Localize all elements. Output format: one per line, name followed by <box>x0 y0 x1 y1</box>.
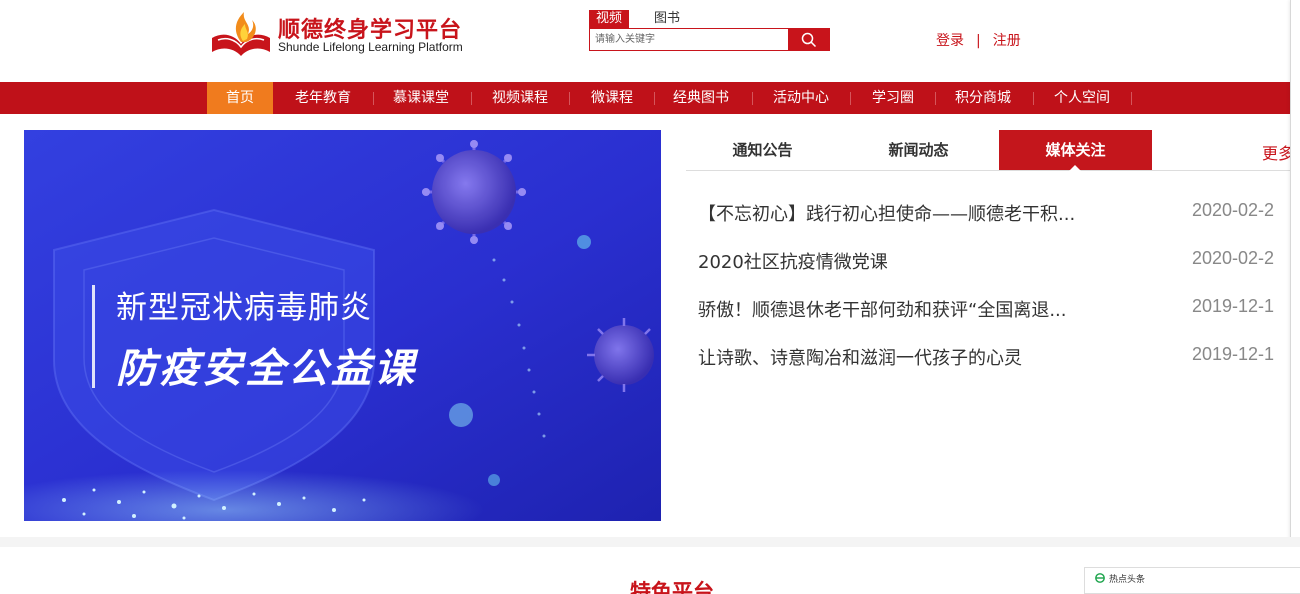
news-date: 2019-12-1 <box>1192 344 1275 364</box>
list-item[interactable]: 2020社区抗疫情微党课 2020-02-2 <box>698 248 1290 296</box>
nav-separator <box>850 92 851 105</box>
register-link[interactable]: 注册 <box>993 33 1021 49</box>
nav-item-points-mall[interactable]: 积分商城 <box>940 82 1026 114</box>
nav-separator <box>569 92 570 105</box>
tab-media[interactable]: 媒体关注 <box>999 130 1152 171</box>
nav-separator <box>373 92 374 105</box>
search-box <box>589 28 830 51</box>
section-title: 特色平台 <box>630 580 714 594</box>
nav-item-activity-center[interactable]: 活动中心 <box>758 82 844 114</box>
nav-separator <box>752 92 753 105</box>
side-panel-edge <box>1290 0 1300 540</box>
news-title[interactable]: 让诗歌、诗意陶冶和滋润一代孩子的心灵 <box>698 344 1022 370</box>
news-tabs: 通知公告 新闻动态 媒体关注 <box>686 130 1290 171</box>
nav-item-micro-courses[interactable]: 微课程 <box>575 82 649 114</box>
auth-links: 登录 | 注册 <box>936 30 1021 50</box>
nav-separator <box>1033 92 1034 105</box>
nav-item-home[interactable]: 首页 <box>207 82 273 114</box>
active-tab-caret <box>1069 165 1081 171</box>
list-item[interactable]: 骄傲！顺德退休老干部何劲和获评“全国离退... 2019-12-1 <box>698 296 1290 344</box>
nav-item-video-courses[interactable]: 视频课程 <box>477 82 563 114</box>
news-title[interactable]: 2020社区抗疫情微党课 <box>698 248 888 274</box>
nav-separator <box>1131 92 1132 105</box>
search-input[interactable] <box>590 29 788 50</box>
search-tab-books[interactable]: 图书 <box>647 10 687 28</box>
logo-book-flame-icon <box>212 12 270 56</box>
header: 顺德终身学习平台 Shunde Lifelong Learning Platfo… <box>0 0 1300 82</box>
nav-item-study-circle[interactable]: 学习圈 <box>856 82 930 114</box>
tab-news[interactable]: 新闻动态 <box>842 130 995 170</box>
nav-item-mooc[interactable]: 慕课课堂 <box>378 82 464 114</box>
page: 顺德终身学习平台 Shunde Lifelong Learning Platfo… <box>0 0 1300 594</box>
news-date: 2020-02-2 <box>1192 248 1275 268</box>
news-list: 【不忘初心】践行初心担使命——顺德老干积... 2020-02-2 2020社区… <box>698 200 1290 392</box>
banner-slide[interactable]: 新型冠状病毒肺炎 防疫安全公益课 <box>24 130 661 521</box>
logo[interactable]: 顺德终身学习平台 Shunde Lifelong Learning Platfo… <box>208 8 508 58</box>
banner-accent-bar <box>92 285 95 388</box>
news-date: 2020-02-2 <box>1192 200 1275 220</box>
nav-separator <box>935 92 936 105</box>
browser-e-icon <box>1095 573 1105 583</box>
tab-media-label: 媒体关注 <box>1045 141 1106 159</box>
auth-separator: | <box>976 33 981 49</box>
banner-subheadline: 防疫安全公益课 <box>116 345 417 392</box>
news-title[interactable]: 骄傲！顺德退休老干部何劲和获评“全国离退... <box>698 296 1067 322</box>
list-item[interactable]: 让诗歌、诗意陶冶和滋润一代孩子的心灵 2019-12-1 <box>698 344 1290 392</box>
login-link[interactable]: 登录 <box>936 33 964 49</box>
list-item[interactable]: 【不忘初心】践行初心担使命——顺德老干积... 2020-02-2 <box>698 200 1290 248</box>
section-divider <box>0 537 1300 547</box>
tab-notices[interactable]: 通知公告 <box>686 130 839 170</box>
nav-item-senior-education[interactable]: 老年教育 <box>280 82 366 114</box>
main-nav: 首页 老年教育 慕课课堂 视频课程 微课程 经典图书 活动中心 学习圈 积分商城… <box>0 82 1290 114</box>
logo-subtitle: Shunde Lifelong Learning Platform <box>278 40 463 54</box>
search-icon <box>801 32 816 47</box>
nav-separator <box>471 92 472 105</box>
hot-news-label: 热点头条 <box>1109 575 1146 585</box>
search-button[interactable] <box>788 29 829 50</box>
news-title[interactable]: 【不忘初心】践行初心担使命——顺德老干积... <box>698 200 1075 226</box>
hot-news-widget[interactable]: 热点头条 <box>1084 567 1300 594</box>
search-tab-video[interactable]: 视频 <box>589 10 630 28</box>
nav-item-classic-books[interactable]: 经典图书 <box>658 82 744 114</box>
news-date: 2019-12-1 <box>1192 296 1275 316</box>
nav-item-personal-space[interactable]: 个人空间 <box>1039 82 1125 114</box>
nav-separator <box>654 92 655 105</box>
banner-headline: 新型冠状病毒肺炎 <box>116 290 372 326</box>
